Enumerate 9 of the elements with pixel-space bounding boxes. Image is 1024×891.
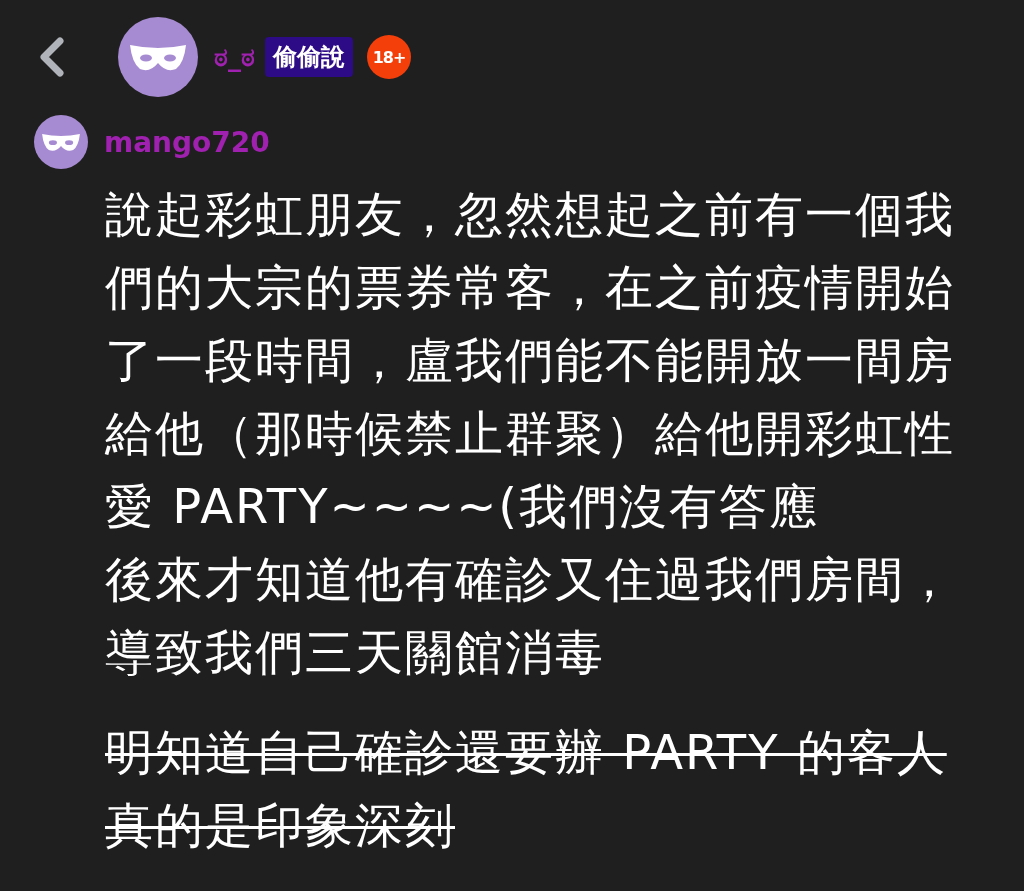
- avatar-icon: [34, 115, 88, 169]
- board-tag: 偷偷說: [265, 37, 353, 77]
- comment-paragraph: 後來才知道他有確診又住過我們房間，導致我們三天關館消毒: [105, 550, 956, 682]
- avatar-icon: [118, 17, 198, 97]
- age-badge: 18+: [367, 35, 411, 79]
- closing-note: 明知道自己確診還要辦 PARTY 的客人真的是印象深刻: [105, 723, 948, 855]
- comment-paragraph: 說起彩虹朋友，忽然想起之前有一個我們的大宗的票券常客，在之前疫情開始了一段時間，盧我們能不能開放一間房給他（那時候禁止群聚）給他開彩虹性愛 PARTY~~~~(我們沒有答應: [105, 185, 956, 536]
- author-name[interactable]: mango720: [104, 125, 270, 159]
- board-name: ಠ_ಠ: [214, 41, 255, 73]
